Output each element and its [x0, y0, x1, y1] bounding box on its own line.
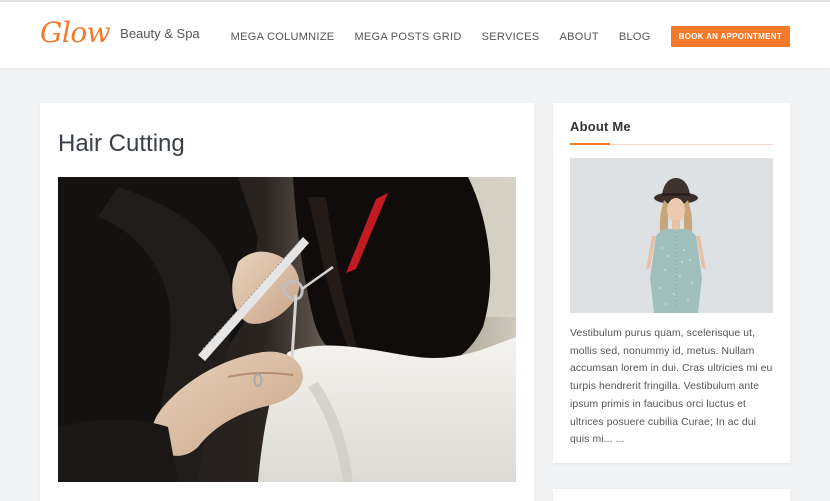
about-me-title: About Me	[570, 119, 631, 134]
nav-item-services[interactable]: SERVICES	[482, 30, 540, 44]
nav-item-mega-columnize[interactable]: MEGA COLUMNIZE	[231, 30, 335, 44]
post-card: Hair Cutting	[40, 103, 534, 501]
hair-cutting-photo	[58, 177, 516, 482]
logo-wordmark[interactable]: Glow	[40, 16, 111, 50]
about-me-photo	[570, 158, 773, 313]
about-me-widget: About Me Vestibulum purus quam, sceleris…	[553, 103, 790, 463]
post-featured-image[interactable]	[58, 177, 516, 482]
post-title[interactable]: Hair Cutting	[58, 130, 185, 158]
about-me-text: Vestibulum purus quam, scelerisque ut, m…	[570, 328, 773, 446]
book-appointment-button[interactable]: BOOK AN APPOINTMENT	[670, 26, 790, 47]
main-nav: MEGA COLUMNIZE MEGA POSTS GRID SERVICES …	[231, 26, 790, 47]
sidebar-widget-2	[553, 489, 790, 501]
site-logo[interactable]: Glow Beauty & Spa	[40, 16, 200, 50]
logo-tagline: Beauty & Spa	[120, 26, 200, 41]
woman-portrait	[570, 158, 773, 313]
nav-item-about[interactable]: ABOUT	[559, 30, 598, 44]
nav-item-blog[interactable]: BLOG	[619, 30, 651, 44]
site-header: Glow Beauty & Spa MEGA COLUMNIZE MEGA PO…	[0, 0, 830, 68]
widget-title-accent	[570, 143, 610, 145]
nav-item-mega-posts-grid[interactable]: MEGA POSTS GRID	[354, 30, 461, 44]
